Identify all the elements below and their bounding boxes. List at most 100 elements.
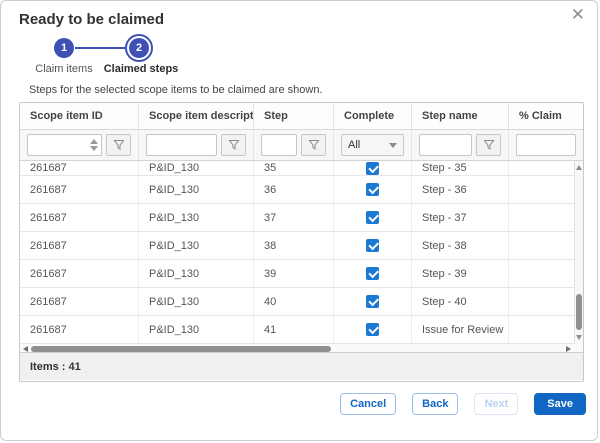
table-footer: Items : 41: [20, 353, 583, 380]
description-filter-input[interactable]: [146, 134, 217, 156]
cell-step: 37: [254, 204, 334, 231]
cell-description: P&ID_130: [139, 232, 254, 259]
cell-scope-item-id: 261687: [20, 260, 139, 287]
complete-checkbox-checked[interactable]: [366, 162, 379, 175]
complete-filter-value: All: [348, 139, 360, 151]
description-filter-button[interactable]: [221, 134, 246, 156]
complete-checkbox-checked[interactable]: [366, 323, 379, 336]
scroll-down-icon[interactable]: [576, 335, 582, 340]
cell-description: P&ID_130: [139, 161, 254, 175]
cell-claim-percent: [509, 176, 583, 203]
stepper-connector-line: [75, 47, 125, 49]
complete-checkbox-checked[interactable]: [366, 183, 379, 196]
table-row[interactable]: 261687 P&ID_130 36 Step - 36: [20, 176, 583, 204]
cell-scope-item-id: 261687: [20, 176, 139, 203]
vertical-scroll-thumb[interactable]: [576, 294, 582, 330]
column-header-complete: Complete: [334, 103, 412, 129]
cell-claim-percent: [509, 204, 583, 231]
filter-funnel-icon: [308, 139, 320, 151]
claimed-steps-table: Scope item ID Scope item description Ste…: [19, 102, 584, 382]
cell-claim-percent: [509, 161, 583, 175]
step-2-number: 2: [136, 42, 142, 54]
complete-checkbox-checked[interactable]: [366, 211, 379, 224]
scope-item-id-filter-button[interactable]: [106, 134, 131, 156]
step-name-filter-input[interactable]: [419, 134, 472, 156]
filter-funnel-icon: [113, 139, 125, 151]
complete-checkbox-checked[interactable]: [366, 239, 379, 252]
filter-funnel-icon: [483, 139, 495, 151]
close-icon[interactable]: ✕: [571, 6, 585, 23]
items-count-text: Items : 41: [30, 361, 81, 373]
scroll-left-icon[interactable]: [23, 346, 28, 352]
cell-description: P&ID_130: [139, 204, 254, 231]
horizontal-scrollbar[interactable]: [20, 344, 583, 353]
cell-claim-percent: [509, 232, 583, 259]
complete-checkbox-checked[interactable]: [366, 267, 379, 280]
save-button[interactable]: Save: [534, 393, 586, 415]
cell-scope-item-id: 261687: [20, 204, 139, 231]
step-2-label: Claimed steps: [99, 63, 183, 75]
step-1-label: Claim items: [29, 63, 99, 75]
cell-scope-item-id: 261687: [20, 232, 139, 259]
table-row[interactable]: 261687 P&ID_130 35 Step - 35: [20, 161, 583, 176]
table-row[interactable]: 261687 P&ID_130 37 Step - 37: [20, 204, 583, 232]
cell-step: 39: [254, 260, 334, 287]
next-button[interactable]: Next: [474, 393, 518, 415]
cell-step-name: Step - 35: [412, 161, 509, 175]
step-2-indicator[interactable]: 2: [125, 34, 153, 62]
cell-description: P&ID_130: [139, 316, 254, 343]
spinner-down-icon[interactable]: [90, 146, 98, 151]
page-title: Ready to be claimed: [19, 11, 164, 28]
dropdown-caret-icon: [389, 143, 397, 148]
complete-checkbox-checked[interactable]: [366, 295, 379, 308]
step-1-indicator[interactable]: 1: [54, 38, 74, 58]
table-row[interactable]: 261687 P&ID_130 40 Step - 40: [20, 288, 583, 316]
scroll-right-icon[interactable]: [566, 346, 571, 352]
cancel-button[interactable]: Cancel: [340, 393, 396, 415]
cell-step-name: Step - 40: [412, 288, 509, 315]
column-header-step-name: Step name: [412, 103, 509, 129]
cell-step-name: Step - 37: [412, 204, 509, 231]
step-filter-input[interactable]: [261, 134, 297, 156]
scroll-up-icon[interactable]: [576, 165, 582, 170]
filter-cell-description: [139, 130, 254, 160]
filter-cell-claim-percent: [509, 130, 583, 160]
back-button[interactable]: Back: [412, 393, 458, 415]
table-body: 261687 P&ID_130 35 Step - 35 261687 P&ID…: [20, 161, 583, 344]
step-2-circle: 2: [129, 38, 149, 58]
cell-step: 40: [254, 288, 334, 315]
step-name-filter-button[interactable]: [476, 134, 501, 156]
cell-complete: [334, 232, 412, 259]
cell-complete: [334, 260, 412, 287]
table-row[interactable]: 261687 P&ID_130 41 Issue for Review: [20, 316, 583, 344]
ready-to-be-claimed-dialog: Ready to be claimed ✕ 1 2 Claim items Cl…: [0, 0, 598, 441]
column-header-step: Step: [254, 103, 334, 129]
cell-description: P&ID_130: [139, 260, 254, 287]
claim-percent-filter-input[interactable]: [516, 134, 576, 156]
cell-description: P&ID_130: [139, 288, 254, 315]
table-row[interactable]: 261687 P&ID_130 38 Step - 38: [20, 232, 583, 260]
table-row[interactable]: 261687 P&ID_130 39 Step - 39: [20, 260, 583, 288]
cell-complete: [334, 161, 412, 175]
cell-step: 38: [254, 232, 334, 259]
spinner-up-icon[interactable]: [90, 139, 98, 144]
cell-step: 35: [254, 161, 334, 175]
cell-scope-item-id: 261687: [20, 161, 139, 175]
step-1-number: 1: [61, 42, 67, 54]
cell-step-name: Step - 38: [412, 232, 509, 259]
cell-complete: [334, 204, 412, 231]
cell-step-name: Step - 39: [412, 260, 509, 287]
cell-complete: [334, 288, 412, 315]
table-filter-row: All: [20, 130, 583, 161]
column-header-claim-percent: % Claim: [509, 103, 583, 129]
number-spinner[interactable]: [89, 137, 99, 153]
action-button-bar: Cancel Back Next Save: [340, 393, 586, 415]
filter-cell-complete: All: [334, 130, 412, 160]
filter-cell-scope-item-id: [20, 130, 139, 160]
complete-filter-dropdown[interactable]: All: [341, 134, 404, 156]
horizontal-scroll-thumb[interactable]: [31, 346, 331, 352]
step-filter-button[interactable]: [301, 134, 326, 156]
vertical-scrollbar[interactable]: [574, 161, 583, 344]
cell-step: 41: [254, 316, 334, 343]
filter-cell-step: [254, 130, 334, 160]
